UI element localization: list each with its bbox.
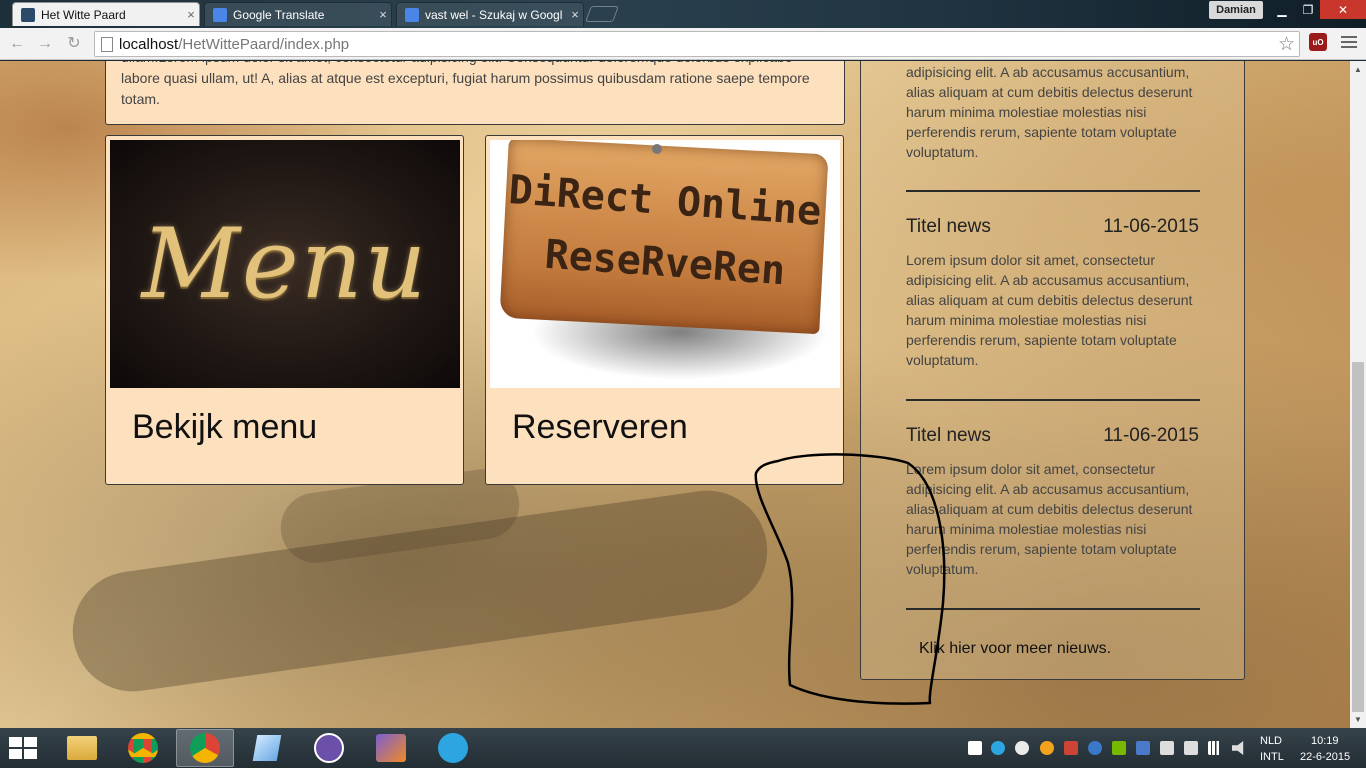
volume-icon[interactable] (1232, 741, 1244, 755)
close-tab-icon[interactable]: × (567, 7, 583, 22)
news-divider (906, 190, 1200, 192)
page-scrollbar[interactable]: ▲ ▼ (1350, 61, 1366, 728)
news-title[interactable]: Titel news (906, 425, 991, 446)
chrome-active-icon[interactable] (176, 729, 234, 767)
tab-google-search[interactable]: vast wel - Szukaj w Googl × (396, 2, 584, 26)
user-profile-button[interactable]: Damian (1209, 1, 1263, 19)
folder-icon (67, 736, 97, 760)
news-divider (906, 608, 1200, 610)
nvidia-icon[interactable] (1112, 741, 1126, 755)
horse-icon (21, 7, 35, 22)
back-arrow-icon[interactable]: ← (7, 34, 27, 54)
windows-taskbar: NLD INTL 10:19 22-6-2015 (0, 728, 1366, 768)
tab-title: Google Translate (233, 7, 325, 22)
windows-tray-icon[interactable] (968, 741, 982, 755)
restore-window-icon[interactable]: ❐ (1295, 0, 1321, 19)
news-divider (906, 399, 1200, 401)
url-host: localhost (119, 35, 179, 53)
intro-text: ullam.Lorem ipsum dolor sit amet, consec… (121, 61, 810, 107)
display-icon[interactable] (1136, 741, 1150, 755)
windows-start-icon[interactable] (9, 737, 39, 759)
network-error-icon[interactable] (1064, 741, 1078, 755)
close-window-icon[interactable]: ✕ (1320, 0, 1366, 19)
language-indicator[interactable]: NLD (1260, 735, 1282, 747)
chrome-logo (190, 733, 220, 763)
scroll-down-arrow-icon[interactable]: ▼ (1354, 715, 1362, 724)
news-item-header: Titel news 11-06-2015 (906, 216, 1199, 238)
page-viewport: ullam.Lorem ipsum dolor sit amet, consec… (0, 61, 1350, 728)
freehand-annotation-loop (754, 453, 946, 705)
cat-logo (314, 733, 344, 763)
power-icon[interactable] (1184, 741, 1198, 755)
telegram-icon[interactable] (424, 729, 482, 767)
clock-time[interactable]: 10:19 (1311, 735, 1339, 747)
browser-tab-strip: Het Witte Paard × Google Translate × vas… (0, 0, 1366, 28)
page-icon (101, 36, 113, 52)
news-date: 11-06-2015 (1103, 425, 1199, 446)
phpstorm-icon[interactable] (362, 729, 420, 767)
forward-arrow-icon[interactable]: → (35, 34, 55, 54)
tab-google-translate[interactable]: Google Translate × (204, 2, 392, 26)
news-text: Lorem ipsum dolor sit amet, consectetur … (906, 461, 1193, 577)
reservation-image[interactable]: DiRect Online ReseRveRen (490, 140, 840, 388)
news-date: 11-06-2015 (1103, 216, 1199, 237)
wifi-signal-icon[interactable] (1208, 741, 1222, 755)
extension-badge-text: uO (1312, 37, 1324, 47)
menu-image-text: Menu (141, 208, 429, 320)
close-tab-icon[interactable]: × (183, 7, 199, 22)
reload-icon[interactable]: ↻ (64, 34, 84, 54)
scroll-up-arrow-icon[interactable]: ▲ (1354, 65, 1362, 74)
browser-toolbar: ← → ↻ localhost/HetWittePaard/index.php … (0, 28, 1366, 60)
bookmark-star-icon[interactable]: ☆ (1278, 33, 1295, 56)
tab-het-witte-paard[interactable]: Het Witte Paard × (12, 2, 200, 26)
reservation-card[interactable]: DiRect Online ReseRveRen Reserveren (485, 135, 844, 485)
news-item-header: Titel news 11-06-2015 (906, 425, 1199, 447)
google-icon (405, 7, 419, 22)
news-text: Lorem ipsum dolor sit amet, consectetur … (906, 252, 1193, 368)
url-path: /HetWittePaard/index.php (178, 35, 350, 53)
intro-box: ullam.Lorem ipsum dolor sit amet, consec… (105, 61, 845, 125)
tab-title: Het Witte Paard (41, 7, 126, 22)
address-bar[interactable]: localhost/HetWittePaard/index.php ☆ (94, 31, 1300, 57)
notepad-icon[interactable] (238, 729, 296, 767)
clock-date[interactable]: 22-6-2015 (1300, 751, 1350, 763)
notepad-logo (252, 735, 282, 761)
ublock-extension-icon[interactable]: uO (1309, 33, 1327, 51)
menu-card-label[interactable]: Bekijk menu (132, 408, 317, 447)
nail-icon (652, 144, 662, 154)
telegram-tray-icon[interactable] (991, 741, 1005, 755)
translate-icon (213, 7, 227, 22)
chrome-menu-icon[interactable] (1341, 36, 1357, 51)
telegram-logo (438, 733, 468, 763)
phpstorm-logo (376, 734, 406, 762)
reservation-card-label[interactable]: Reserveren (512, 408, 688, 447)
file-explorer-icon[interactable] (53, 729, 111, 767)
cat-app-icon[interactable] (300, 729, 358, 767)
cloud-icon[interactable] (1015, 741, 1029, 755)
keyboard-layout-indicator[interactable]: INTL (1260, 751, 1284, 763)
avast-icon[interactable] (1040, 741, 1054, 755)
chrome-icon[interactable] (114, 729, 172, 767)
news-title[interactable]: Titel news (906, 216, 991, 237)
news-text: adipisicing elit. A ab accusamus accusan… (906, 64, 1193, 160)
chrome-logo (128, 733, 158, 763)
minimize-window-icon[interactable]: ▁ (1269, 0, 1295, 19)
flag-icon[interactable] (1160, 741, 1174, 755)
tab-title: vast wel - Szukaj w Googl (425, 7, 563, 22)
menu-card[interactable]: Menu Bekijk menu (105, 135, 464, 485)
bluetooth-icon[interactable] (1088, 741, 1102, 755)
new-tab-button[interactable] (585, 6, 619, 22)
scrollbar-thumb[interactable] (1352, 362, 1364, 712)
menu-image[interactable]: Menu (110, 140, 460, 388)
close-tab-icon[interactable]: × (375, 7, 391, 22)
